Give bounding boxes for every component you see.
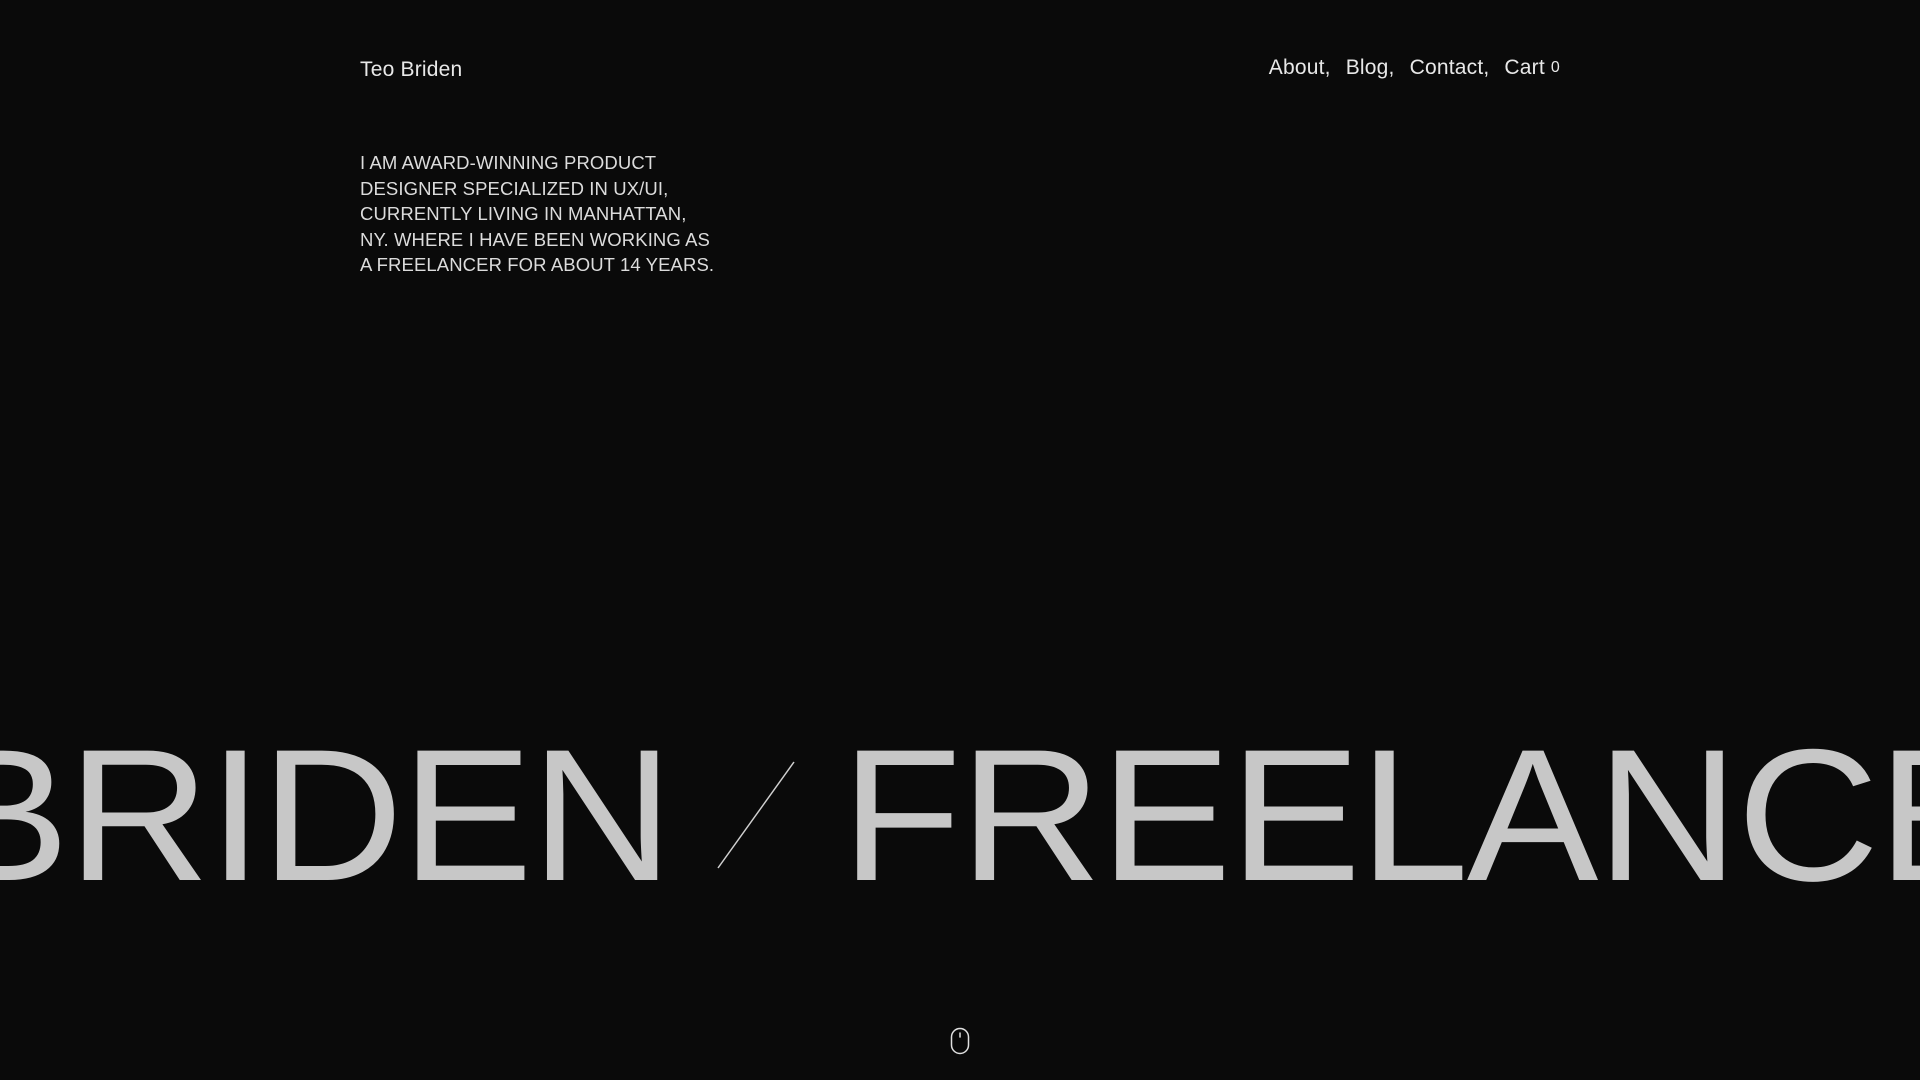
main-nav: About, Blog, Contact, Cart 0 [1269, 54, 1560, 84]
marquee-word-freelancer: FREELANCER [841, 730, 1920, 900]
nav-contact-link[interactable]: Contact, [1410, 54, 1490, 82]
intro-bio: I AM AWARD-WINNING PRODUCT DESIGNER SPEC… [360, 150, 720, 278]
cart-label: Cart [1504, 56, 1545, 79]
nav-cart-link[interactable]: Cart 0 [1504, 54, 1560, 84]
bio-line: DESIGNER SPECIALIZED IN UX/UI, [360, 177, 669, 199]
brand-logo-link[interactable]: Teo Briden [360, 56, 462, 84]
mouse-scroll-icon[interactable] [950, 1027, 970, 1055]
slash-divider-icon [717, 761, 795, 869]
bio-line: I AM AWARD-WINNING PRODUCT [360, 152, 657, 173]
marquee-track: BRIDEN FREELANCER [0, 730, 1920, 900]
marquee-word-briden: BRIDEN [0, 730, 673, 900]
hero-marquee: BRIDEN FREELANCER [0, 730, 1920, 900]
bio-line: CURRENTLY LIVING IN MANHATTAN, [360, 203, 687, 224]
bio-line: NY. WHERE I HAVE BEEN WORKING AS [360, 228, 710, 250]
cart-count-badge: 0 [1550, 59, 1560, 76]
bio-line: A FREELANCER FOR ABOUT 14 YEARS. [360, 254, 715, 275]
nav-blog-link[interactable]: Blog, [1346, 54, 1395, 82]
nav-about-link[interactable]: About, [1269, 54, 1331, 82]
